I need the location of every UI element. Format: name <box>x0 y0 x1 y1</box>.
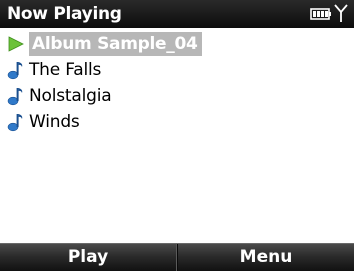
playlist-item-album-sample[interactable]: Album Sample_04 <box>0 31 354 57</box>
play-arrow-icon <box>6 32 26 56</box>
softkey-bar: Play Menu <box>0 243 354 271</box>
play-softkey[interactable]: Play <box>0 244 176 271</box>
music-note-icon <box>6 58 26 82</box>
playlist: Album Sample_04 The Falls Nolstalgia Win… <box>0 31 354 135</box>
menu-softkey[interactable]: Menu <box>178 244 354 271</box>
music-note-icon <box>6 84 26 108</box>
music-note-icon <box>6 110 26 134</box>
page-title: Now Playing <box>7 4 122 24</box>
battery-icon <box>310 6 332 25</box>
title-bar: Now Playing <box>0 0 354 28</box>
signal-icon <box>334 3 348 27</box>
playlist-item-winds[interactable]: Winds <box>0 109 354 135</box>
playlist-item-label: The Falls <box>29 60 102 80</box>
playlist-item-nolstalgia[interactable]: Nolstalgia <box>0 83 354 109</box>
playlist-item-label: Album Sample_04 <box>29 32 202 56</box>
status-area <box>310 3 348 27</box>
now-playing-screen: Now Playing Album Sample_04 The Falls No… <box>0 0 354 271</box>
playlist-item-label: Winds <box>29 112 80 132</box>
playlist-item-the-falls[interactable]: The Falls <box>0 57 354 83</box>
playlist-item-label: Nolstalgia <box>29 86 112 106</box>
